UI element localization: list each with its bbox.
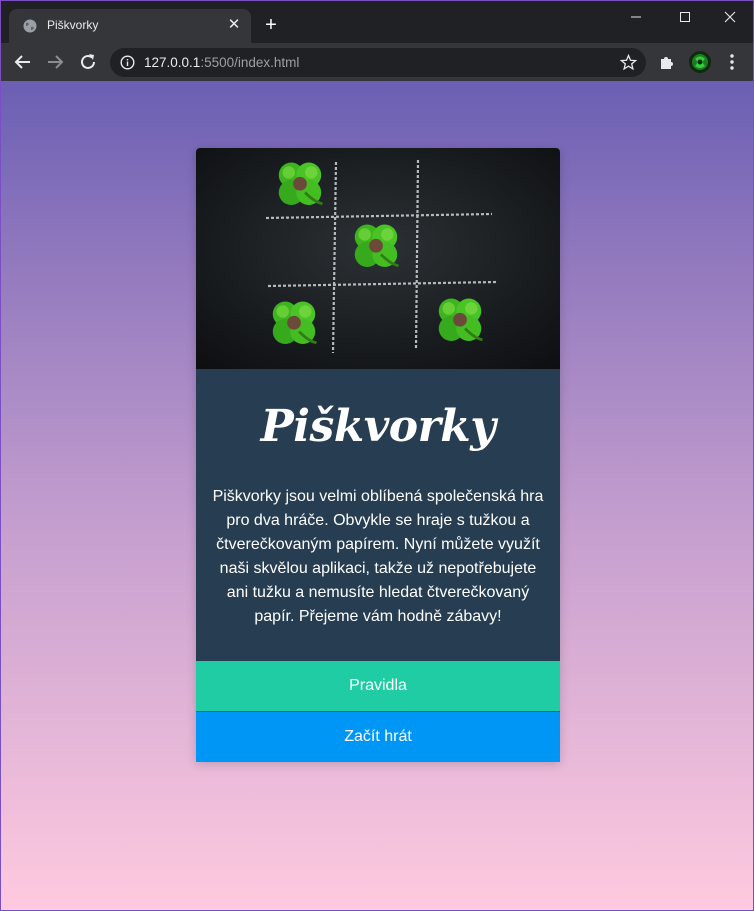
new-tab-icon[interactable]: + xyxy=(261,15,281,35)
tab-bar: Piškvorky ✕ + xyxy=(1,1,753,43)
address-bar[interactable]: 127.0.0.1:5500/index.html xyxy=(110,48,646,77)
page-viewport: Piškvorky Piškvorky jsou velmi oblíbená … xyxy=(1,81,753,910)
rules-button[interactable]: Pravidla xyxy=(196,661,560,711)
bookmark-star-icon[interactable] xyxy=(620,54,637,71)
url-path: :5500/index.html xyxy=(200,55,300,70)
browser-window: Piškvorky ✕ + 127.0.0.1:5500/index.html … xyxy=(0,0,754,911)
back-arrow-icon[interactable] xyxy=(13,52,33,72)
close-window-icon[interactable] xyxy=(718,7,742,27)
page-title: Piškvorky xyxy=(260,401,496,452)
forward-arrow-icon[interactable] xyxy=(45,52,65,72)
extensions-puzzle-icon[interactable] xyxy=(658,53,676,71)
card-body: Piškvorky Piškvorky jsou velmi oblíbená … xyxy=(196,369,560,661)
intro-text: Piškvorky jsou velmi oblíbená společensk… xyxy=(212,488,544,625)
close-tab-icon[interactable]: ✕ xyxy=(225,16,243,34)
globe-icon xyxy=(23,19,37,33)
intro-card: Piškvorky Piškvorky jsou velmi oblíbená … xyxy=(196,148,560,762)
browser-toolbar: 127.0.0.1:5500/index.html xyxy=(1,43,753,81)
maximize-icon[interactable] xyxy=(673,7,697,27)
minimize-icon[interactable] xyxy=(624,7,648,27)
more-menu-icon[interactable] xyxy=(725,53,739,71)
reload-icon[interactable] xyxy=(78,52,98,72)
tic-tac-toe-clover-image xyxy=(196,148,560,369)
browser-tab[interactable]: Piškvorky ✕ xyxy=(9,9,251,43)
url-host: 127.0.0.1 xyxy=(144,55,201,70)
url-text[interactable]: 127.0.0.1:5500/index.html xyxy=(144,55,299,70)
tab-title: Piškvorky xyxy=(47,18,99,32)
profile-avatar-icon[interactable] xyxy=(689,51,711,73)
start-game-button[interactable]: Začít hrát xyxy=(196,712,560,762)
info-icon[interactable] xyxy=(120,55,135,70)
